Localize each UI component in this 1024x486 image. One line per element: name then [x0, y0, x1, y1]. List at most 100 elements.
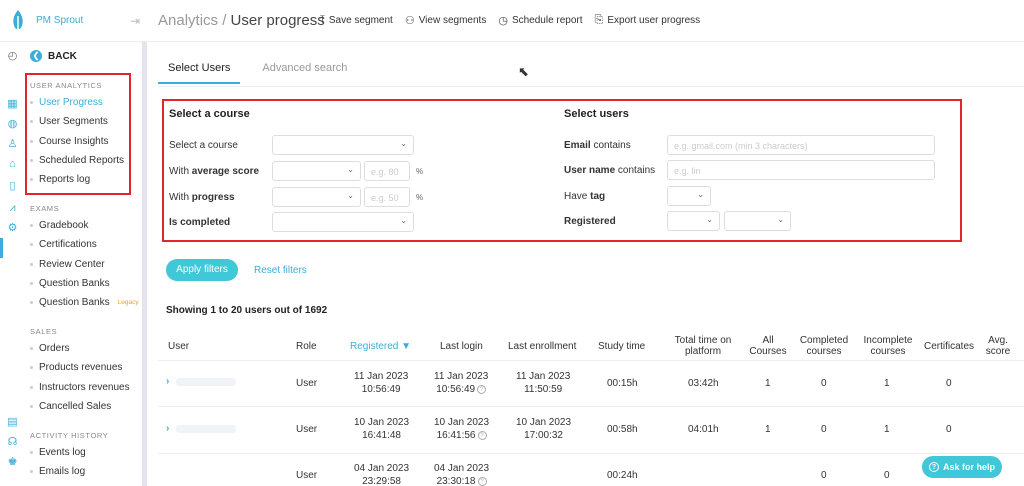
last-enrollment-time: 17:00:32	[524, 430, 563, 441]
average-score-bold: average score	[191, 166, 260, 177]
email-contains-input[interactable]: e.g. gmail.com (min 3 characters)	[667, 135, 935, 155]
mobile-icon[interactable]: ▯	[6, 180, 19, 193]
progress-operator-select[interactable]: ⌄	[272, 187, 361, 207]
export-user-progress-button[interactable]: ⎘ Export user progress	[595, 14, 701, 27]
tab-advanced-search[interactable]: Advanced search	[262, 62, 347, 84]
export-icon: ⎘	[594, 14, 604, 26]
username-contains-input[interactable]: e.g. lin	[667, 160, 935, 180]
analytics-chart-icon[interactable]: ⩘	[6, 202, 19, 215]
bullet-icon	[30, 243, 33, 246]
sidebar-item-emails-log[interactable]: Emails log	[30, 466, 85, 477]
help-icon: ?	[928, 462, 939, 472]
calculator-icon[interactable]: ▦	[6, 98, 19, 111]
cell-last-enrollment: 10 Jan 2023 17:00:32	[516, 416, 571, 442]
breadcrumb: Analytics / User progress	[158, 12, 325, 29]
column-completed-courses[interactable]: Completed courses	[796, 335, 852, 357]
info-icon[interactable]: ?	[477, 476, 487, 486]
bullet-icon	[30, 282, 33, 285]
schedule-report-button[interactable]: ◷ Schedule report	[498, 14, 582, 27]
sidebar-item-cancelled-sales[interactable]: Cancelled Sales	[30, 401, 111, 412]
average-score-input[interactable]: e.g. 80	[364, 161, 410, 181]
column-last-enrollment[interactable]: Last enrollment	[508, 341, 576, 352]
chevron-down-icon: ⌄	[697, 190, 704, 199]
sidebar-item-label: Review Center	[39, 259, 105, 270]
email-bold: Email	[564, 140, 591, 151]
last-enrollment-time: 11:50:59	[524, 384, 563, 395]
ask-for-help-button[interactable]: ? Ask for help	[922, 456, 1002, 478]
column-role[interactable]: Role	[296, 341, 317, 352]
registered-date-select[interactable]: ⌄	[724, 211, 791, 231]
column-user[interactable]: User	[168, 341, 189, 352]
progress-input[interactable]: e.g. 50	[364, 187, 410, 207]
tab-bar: Select Users Advanced search	[158, 62, 347, 84]
column-incomplete-courses[interactable]: Incomplete courses	[858, 335, 918, 357]
sidebar-item-question-banks-legacy[interactable]: Question Banks Legacy	[30, 297, 139, 308]
users-icon: ⚇	[404, 15, 415, 27]
row-divider	[158, 406, 1024, 407]
headset-icon[interactable]: ☊	[6, 436, 19, 449]
column-avg-score[interactable]: Avg. score	[984, 335, 1012, 357]
apply-filters-button[interactable]: Apply filters	[166, 259, 238, 281]
export-user-progress-label: Export user progress	[607, 15, 701, 26]
column-all-courses[interactable]: All Courses	[748, 335, 788, 357]
bullet-icon	[30, 263, 33, 266]
chevron-down-icon: ⌄	[706, 215, 713, 224]
row-divider	[158, 453, 1024, 454]
bullet-icon	[30, 386, 33, 389]
expand-row-chevron-icon[interactable]: ›	[166, 376, 169, 387]
back-button[interactable]: ❮ BACK	[30, 50, 77, 62]
is-completed-select[interactable]: ⌄	[272, 212, 414, 232]
course-select[interactable]: ⌄	[272, 135, 414, 155]
info-icon[interactable]: ?	[477, 384, 487, 394]
gear-icon[interactable]: ⚙	[6, 222, 19, 235]
user-icon[interactable]: ♙	[6, 138, 19, 151]
sidebar-item-label: Question Banks	[39, 278, 110, 289]
column-total-time[interactable]: Total time on platform	[670, 335, 736, 357]
sidebar-item-certifications[interactable]: Certifications	[30, 239, 97, 250]
sidebar-scrollbar[interactable]	[142, 42, 147, 486]
tag-bold: tag	[590, 191, 606, 202]
cell-certificates: 0	[946, 378, 952, 389]
user-name-redacted[interactable]	[176, 425, 236, 433]
history-icon[interactable]: ◴	[6, 50, 19, 63]
info-icon[interactable]: ?	[477, 430, 487, 440]
sidebar-item-events-log[interactable]: Events log	[30, 447, 86, 458]
progress-percent: %	[416, 193, 424, 202]
tag-select[interactable]: ⌄	[667, 186, 711, 206]
save-segment-label: Save segment	[328, 15, 393, 26]
sidebar-item-question-banks[interactable]: Question Banks	[30, 278, 110, 289]
tag-icon[interactable]: ⌂	[6, 158, 19, 171]
cell-all-courses: 1	[765, 378, 771, 389]
app-logo[interactable]: PM Sprout	[10, 8, 83, 32]
user-name-redacted[interactable]	[176, 378, 236, 386]
is-completed-bold: Is completed	[169, 217, 231, 228]
users-filter-title: Select users	[564, 108, 629, 120]
breadcrumb-parent[interactable]: Analytics	[158, 12, 218, 29]
last-enrollment-date: 11 Jan 2023	[516, 371, 571, 382]
clipboard-icon[interactable]: ▤	[6, 416, 19, 429]
tag-prefix: Have	[564, 191, 591, 202]
view-segments-button[interactable]: ⚇ View segments	[405, 14, 487, 27]
tab-select-users[interactable]: Select Users	[158, 62, 241, 84]
column-last-login[interactable]: Last login	[440, 341, 483, 352]
globe-icon[interactable]: ◍	[6, 118, 19, 131]
expand-row-chevron-icon[interactable]: ›	[166, 423, 169, 434]
registered-operator-select[interactable]: ⌄	[667, 211, 720, 231]
chevron-down-icon: ⌄	[347, 191, 354, 200]
column-certificates[interactable]: Certificates	[924, 341, 974, 352]
reset-filters-link[interactable]: Reset filters	[254, 265, 307, 276]
cell-last-login: 10 Jan 2023 16:41:56?	[434, 416, 489, 442]
sidebar-item-instructors-revenues[interactable]: Instructors revenues	[30, 382, 130, 393]
average-score-operator-select[interactable]: ⌄	[272, 161, 361, 181]
sidebar-item-orders[interactable]: Orders	[30, 343, 70, 354]
column-study-time[interactable]: Study time	[598, 341, 645, 352]
cell-registered: 10 Jan 2023 16:41:48	[354, 416, 409, 442]
save-segment-button[interactable]: ⤒ Save segment	[320, 14, 393, 27]
sidebar-item-gradebook[interactable]: Gradebook	[30, 220, 88, 231]
user-settings-icon[interactable]: ♚	[6, 456, 19, 469]
collapse-sidebar-icon[interactable]: ⇥	[130, 14, 140, 28]
email-label: Email contains	[564, 140, 631, 151]
sidebar-item-review-center[interactable]: Review Center	[30, 259, 105, 270]
sidebar-item-products-revenues[interactable]: Products revenues	[30, 362, 122, 373]
column-registered-sorted[interactable]: Registered ▼	[350, 341, 411, 352]
